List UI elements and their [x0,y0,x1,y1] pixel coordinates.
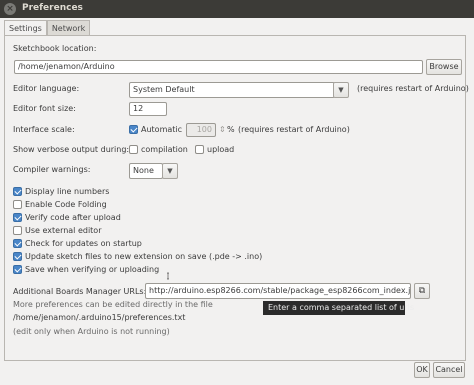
code-folding-checkbox[interactable] [13,200,22,209]
font-size-label: Editor font size: [13,104,76,113]
verbose-upload-label: upload [207,145,235,154]
edit-note-text: (edit only when Arduino is not running) [13,327,170,336]
verbose-compilation-label: compilation [141,145,188,154]
preferences-window: Settings Network Sketchbook location: /h… [0,18,474,385]
ok-button[interactable]: OK [414,362,430,378]
scale-unit: % [227,125,235,134]
interface-scale-note: (requires restart of Arduino) [238,125,350,134]
browse-button[interactable]: Browse [426,59,462,75]
boards-manager-label: Additional Boards Manager URLs: [13,287,147,296]
external-editor-checkbox[interactable] [13,226,22,235]
cancel-button[interactable]: Cancel [433,362,465,378]
automatic-scale-checkbox[interactable] [129,125,138,134]
code-folding-label: Enable Code Folding [25,200,107,209]
compiler-warnings-select[interactable]: None [129,163,163,179]
boards-manager-urls-input[interactable]: http://arduino.esp8266.com/stable/packag… [145,283,411,299]
close-icon[interactable]: × [4,3,16,15]
verify-after-upload-label: Verify code after upload [25,213,121,222]
save-on-verify-checkbox[interactable] [13,265,22,274]
external-editor-label: Use external editor [25,226,102,235]
window-title: Preferences [22,3,83,13]
scale-spin-arrows-icon[interactable]: ⇕ [219,125,226,134]
sketchbook-label: Sketchbook location: [13,44,97,53]
check-updates-checkbox[interactable] [13,239,22,248]
update-extension-label: Update sketch files to new extension on … [25,252,263,261]
verify-after-upload-checkbox[interactable] [13,213,22,222]
verbose-compilation-checkbox[interactable] [129,145,138,154]
chevron-down-icon[interactable]: ▼ [333,82,349,98]
verbose-upload-checkbox[interactable] [195,145,204,154]
editor-language-label: Editor language: [13,84,80,93]
verbose-label: Show verbose output during: [13,145,130,154]
font-size-input[interactable]: 12 [129,102,167,116]
edit-urls-icon[interactable]: ⧉ [414,283,430,299]
scale-percent-input[interactable]: 100 [186,123,216,137]
chevron-down-icon[interactable]: ▼ [162,163,178,179]
text-cursor-icon [167,272,169,280]
editor-language-note: (requires restart of Arduino) [357,84,469,93]
more-prefs-text: More preferences can be edited directly … [13,300,213,309]
automatic-scale-label: Automatic [141,125,183,134]
save-on-verify-label: Save when verifying or uploading [25,265,160,274]
display-line-numbers-checkbox[interactable] [13,187,22,196]
display-line-numbers-label: Display line numbers [25,187,110,196]
update-extension-checkbox[interactable] [13,252,22,261]
sketchbook-path-input[interactable]: /home/jenamon/Arduino [14,60,423,74]
interface-scale-label: Interface scale: [13,125,75,134]
check-updates-label: Check for updates on startup [25,239,142,248]
tab-settings[interactable]: Settings [4,20,47,36]
prefs-file-path: /home/jenamon/.arduino15/preferences.txt [13,313,186,322]
title-bar: × Preferences [0,0,474,18]
urls-tooltip: Enter a comma separated list of urls [263,301,414,315]
tab-bar: Settings Network [4,20,91,36]
tab-network[interactable]: Network [46,20,91,36]
compiler-warnings-label: Compiler warnings: [13,165,91,174]
editor-language-select[interactable]: System Default [129,82,335,98]
